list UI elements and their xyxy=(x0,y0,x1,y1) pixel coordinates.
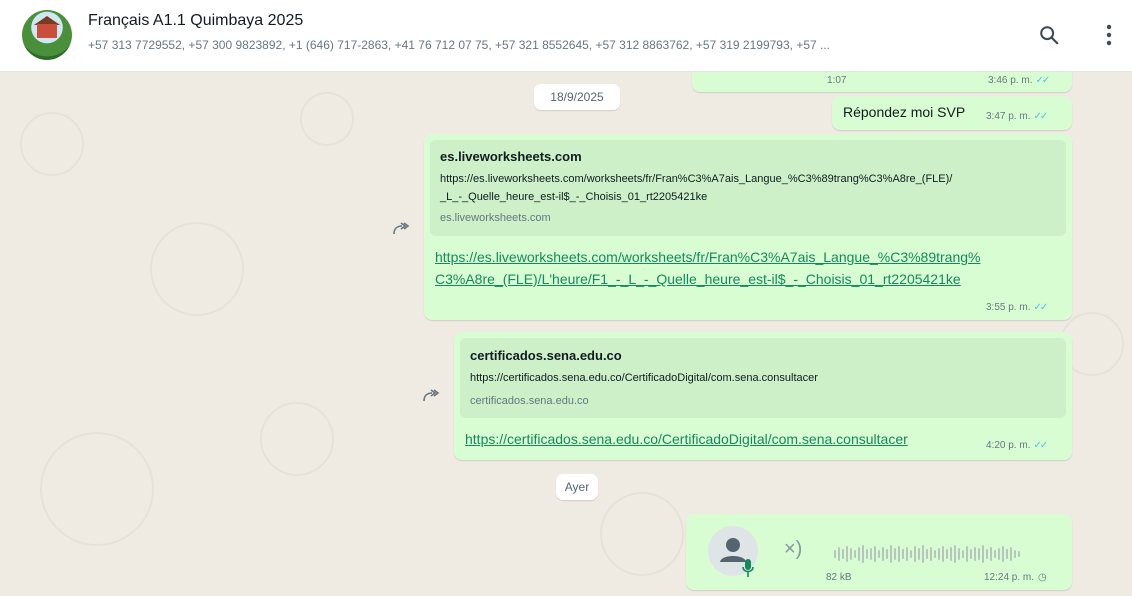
preview-title: es.liveworksheets.com xyxy=(440,149,582,164)
read-ticks-icon: ✓✓ xyxy=(1033,302,1048,313)
voice-size: 82 kB xyxy=(826,572,852,583)
avatar-house xyxy=(37,24,57,38)
voice-message-bubble[interactable]: ×) 82 kB 12:24 p. m. ◷ xyxy=(686,514,1072,590)
read-ticks-icon: ✓✓ xyxy=(1033,111,1048,122)
preview-domain: es.liveworksheets.com xyxy=(440,212,551,224)
wallpaper-doodle xyxy=(300,92,354,146)
message-time: 3:47 p. m. ✓✓ xyxy=(986,111,1048,122)
search-icon[interactable] xyxy=(1036,22,1062,48)
message-link-line1[interactable]: https://es.liveworksheets.com/worksheets… xyxy=(435,246,981,268)
date-separator: 18/9/2025 xyxy=(534,84,620,110)
play-icon[interactable]: ×) xyxy=(784,538,802,561)
link-message-bubble[interactable]: certificados.sena.edu.co https://certifi… xyxy=(454,332,1072,460)
message-time: 4:20 p. m. ✓✓ xyxy=(986,440,1048,451)
read-ticks-icon: ✓✓ xyxy=(1035,75,1050,86)
duration: 1:07 xyxy=(827,75,847,86)
wallpaper-doodle xyxy=(20,112,84,176)
message-time: 3:55 p. m. ✓✓ xyxy=(986,302,1048,313)
wallpaper-doodle xyxy=(600,492,684,576)
forward-icon[interactable] xyxy=(388,216,414,242)
message-link[interactable]: https://certificados.sena.edu.co/Certifi… xyxy=(465,428,908,450)
wallpaper-doodle xyxy=(40,432,154,546)
preview-title: certificados.sena.edu.co xyxy=(470,348,622,363)
clock-icon: ◷ xyxy=(1038,572,1047,583)
link-preview[interactable]: es.liveworksheets.com https://es.livewor… xyxy=(430,140,1066,236)
link-message-bubble[interactable]: es.liveworksheets.com https://es.livewor… xyxy=(424,134,1072,320)
read-ticks-icon: ✓✓ xyxy=(1033,440,1048,451)
preview-url-line1: https://es.liveworksheets.com/worksheets… xyxy=(440,173,953,185)
message-text: Répondez moi SVP xyxy=(843,104,966,120)
voice-message-partial[interactable]: 1:07 3:46 p. m. ✓✓ xyxy=(692,72,1072,92)
message-link-line2[interactable]: C3%A8re_(FLE)/L'heure/F1_-_L_-_Quelle_he… xyxy=(435,268,961,290)
audio-waveform[interactable] xyxy=(834,544,1020,564)
message-time: 3:46 p. m. ✓✓ xyxy=(988,75,1050,86)
link-preview[interactable]: certificados.sena.edu.co https://certifi… xyxy=(460,338,1066,418)
preview-url-line2: _L_-_Quelle_heure_est-il$_-_Choisis_01_r… xyxy=(440,191,708,203)
chat-header: Français A1.1 Quimbaya 2025 +57 313 7729… xyxy=(0,0,1132,72)
preview-url: https://certificados.sena.edu.co/Certifi… xyxy=(470,372,818,384)
wallpaper-doodle xyxy=(150,222,244,316)
kebab-menu-icon[interactable] xyxy=(1096,22,1122,48)
message-bubble[interactable]: Répondez moi SVP 3:47 p. m. ✓✓ xyxy=(832,96,1072,130)
preview-domain: certificados.sena.edu.co xyxy=(470,395,589,407)
group-title[interactable]: Français A1.1 Quimbaya 2025 xyxy=(88,12,303,30)
message-time: 12:24 p. m. ◷ xyxy=(984,572,1047,583)
microphone-icon xyxy=(742,558,754,583)
chat-area[interactable]: 1:07 3:46 p. m. ✓✓ 18/9/2025 Répondez moi… xyxy=(0,72,1132,596)
forward-icon[interactable] xyxy=(418,383,444,409)
group-avatar[interactable] xyxy=(22,10,72,60)
group-participants[interactable]: +57 313 7729552, +57 300 9823892, +1 (64… xyxy=(88,38,830,52)
wallpaper-doodle xyxy=(260,402,334,476)
date-separator: Ayer xyxy=(556,474,598,500)
